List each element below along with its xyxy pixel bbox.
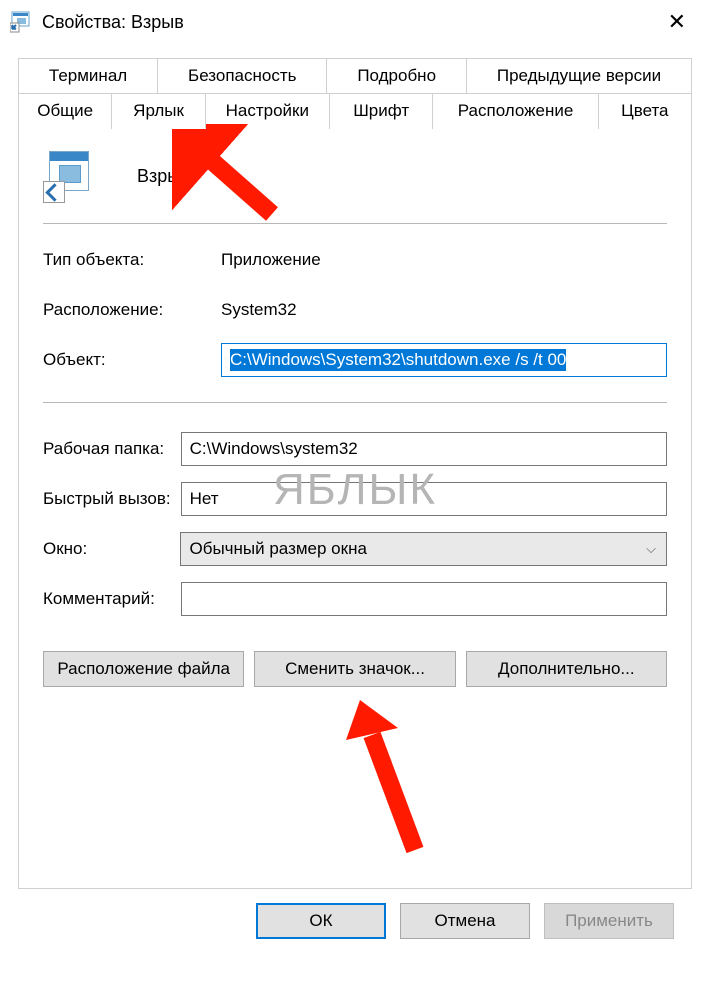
change-icon-button[interactable]: Сменить значок...	[254, 651, 455, 687]
tab-details[interactable]: Подробно	[327, 58, 467, 94]
tab-general[interactable]: Общие	[18, 94, 112, 129]
annotation-arrow-tab	[172, 124, 292, 234]
window-title: Свойства: Взрыв	[42, 12, 658, 33]
close-icon[interactable]: ✕	[658, 5, 696, 39]
location-value: System32	[221, 300, 667, 320]
location-label: Расположение:	[43, 300, 221, 320]
comment-label: Комментарий:	[43, 589, 181, 609]
run-label: Окно:	[43, 539, 180, 559]
title-bar: Свойства: Взрыв ✕	[0, 0, 710, 44]
tab-layout[interactable]: Расположение	[433, 94, 598, 129]
tab-terminal[interactable]: Терминал	[18, 58, 158, 94]
chevron-down-icon: ⌵	[646, 541, 656, 557]
window-icon	[10, 11, 32, 33]
tab-shortcut[interactable]: Ярлык	[112, 94, 205, 129]
dialog-footer: ОК Отмена Применить	[18, 889, 692, 953]
shortcut-icon	[43, 151, 93, 201]
type-label: Тип объекта:	[43, 250, 221, 270]
tab-strip: Терминал Безопасность Подробно Предыдущи…	[18, 58, 692, 129]
annotation-arrow-change-icon	[340, 700, 450, 860]
target-input-text: C:\Windows\System32\shutdown.exe /s /t 0…	[230, 349, 566, 371]
tab-font[interactable]: Шрифт	[330, 94, 434, 129]
startin-input[interactable]	[181, 432, 667, 466]
run-combobox[interactable]: Обычный размер окна ⌵	[180, 532, 667, 566]
separator	[43, 402, 667, 403]
hotkey-input[interactable]	[181, 482, 667, 516]
tab-previous-versions[interactable]: Предыдущие версии	[467, 58, 692, 94]
cancel-button[interactable]: Отмена	[400, 903, 530, 939]
hotkey-label: Быстрый вызов:	[43, 489, 181, 509]
advanced-button[interactable]: Дополнительно...	[466, 651, 667, 687]
ok-button[interactable]: ОК	[256, 903, 386, 939]
target-label: Объект:	[43, 350, 221, 370]
tab-colors[interactable]: Цвета	[599, 94, 692, 129]
type-value: Приложение	[221, 250, 667, 270]
tab-security[interactable]: Безопасность	[158, 58, 327, 94]
apply-button[interactable]: Применить	[544, 903, 674, 939]
run-combobox-value: Обычный размер окна	[189, 539, 366, 559]
comment-input[interactable]	[181, 582, 667, 616]
open-file-location-button[interactable]: Расположение файла	[43, 651, 244, 687]
target-input[interactable]: C:\Windows\System32\shutdown.exe /s /t 0…	[221, 343, 667, 377]
startin-label: Рабочая папка:	[43, 439, 181, 459]
